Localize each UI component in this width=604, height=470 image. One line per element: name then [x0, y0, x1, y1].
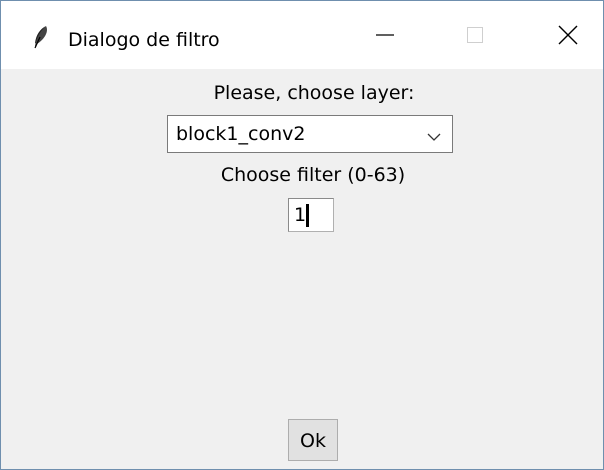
text-caret	[306, 204, 309, 227]
dialog-content: Please, choose layer: block1_conv2 Choos…	[1, 69, 603, 469]
ok-button[interactable]: Ok	[288, 419, 338, 461]
minimize-icon	[375, 25, 395, 49]
window-title: Dialogo de filtro	[68, 29, 220, 51]
dialog-window: Dialogo de filtro Please, choose layer: …	[0, 0, 604, 470]
layer-label: Please, choose layer:	[213, 82, 415, 104]
ok-button-label: Ok	[300, 430, 326, 452]
close-icon	[557, 24, 579, 50]
layer-selected-value: block1_conv2	[176, 123, 306, 145]
filter-input-value: 1	[294, 204, 307, 226]
minimize-button[interactable]	[362, 17, 408, 57]
chevron-down-icon[interactable]	[426, 128, 442, 141]
close-button[interactable]	[545, 17, 591, 57]
filter-label: Choose filter (0-63)	[220, 164, 406, 186]
feather-icon	[31, 25, 51, 49]
filter-input[interactable]: 1	[288, 198, 334, 232]
maximize-icon	[465, 25, 485, 49]
title-bar[interactable]: Dialogo de filtro	[1, 1, 603, 69]
layer-select[interactable]: block1_conv2	[167, 115, 453, 153]
maximize-button[interactable]	[452, 17, 498, 57]
